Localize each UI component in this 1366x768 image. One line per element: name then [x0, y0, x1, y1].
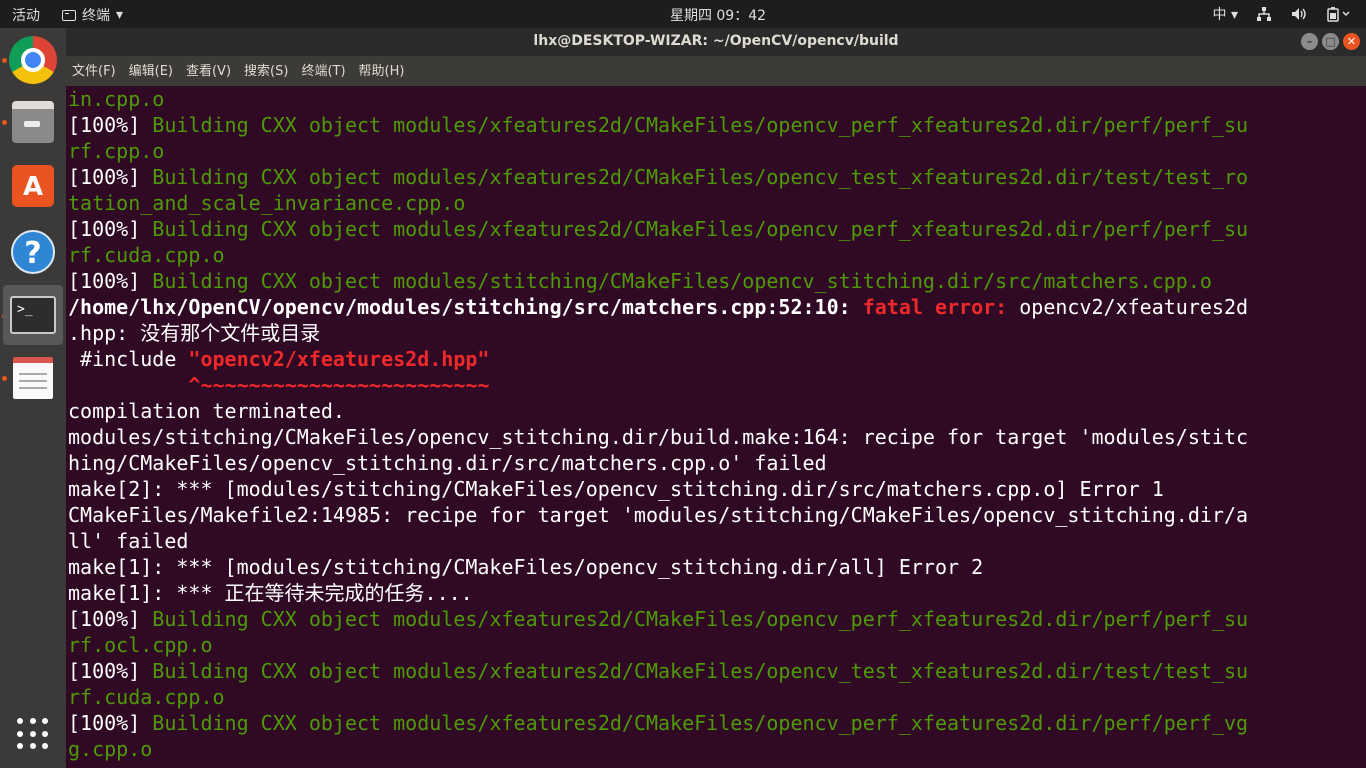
menu-edit[interactable]: 编辑(E): [129, 56, 173, 86]
terminal-line: rf.cpp.o: [68, 139, 165, 163]
maximize-button[interactable]: □: [1322, 33, 1339, 50]
terminal-line: rf.cuda.cpp.o: [68, 243, 225, 267]
input-method-indicator[interactable]: 中 ▾: [1213, 4, 1238, 24]
clock[interactable]: 星期四 09：42: [0, 5, 1366, 25]
window-title: lhx@DESKTOP-WIZAR: ~/OpenCV/opencv/build: [533, 33, 899, 49]
menu-terminal[interactable]: 终端(T): [301, 56, 345, 86]
terminal-line: hing/CMakeFiles/opencv_stitching.dir/src…: [68, 451, 827, 475]
terminal-line: [100%] Building CXX object modules/xfeat…: [68, 659, 1249, 683]
terminal-line: ll' failed: [68, 529, 189, 553]
terminal-line: [100%] Building CXX object modules/xfeat…: [68, 711, 1249, 735]
text-editor-icon: [13, 357, 53, 399]
terminal-icon: >_: [10, 296, 56, 334]
power-menu-icon[interactable]: [1326, 6, 1352, 22]
files-icon: [12, 101, 54, 143]
error-line: /home/lhx/OpenCV/opencv/modules/stitchin…: [68, 295, 1249, 319]
terminal-line: make[1]: *** [modules/stitching/CMakeFil…: [68, 555, 984, 579]
show-applications-button[interactable]: [3, 704, 63, 764]
chrome-icon: [9, 36, 57, 84]
menu-search[interactable]: 搜索(S): [244, 56, 288, 86]
terminal-line: [100%] Building CXX object modules/xfeat…: [68, 217, 1249, 241]
app-grid-icon: [17, 718, 49, 750]
dock-item-software[interactable]: A: [3, 156, 63, 216]
error-caret-line: ^~~~~~~~~~~~~~~~~~~~~~~~~: [68, 373, 490, 397]
terminal-line: make[2]: *** [modules/stitching/CMakeFil…: [68, 477, 1164, 501]
software-store-icon: A: [12, 165, 54, 207]
volume-icon[interactable]: [1290, 6, 1308, 22]
dock-item-help[interactable]: ?: [3, 222, 63, 282]
terminal-line: [100%] Building CXX object modules/xfeat…: [68, 113, 1249, 137]
terminal-line: g.cpp.o: [68, 737, 153, 761]
top-panel: 活动 终端 ▾ 星期四 09：42 中 ▾: [0, 0, 1366, 28]
dock-item-chrome[interactable]: [3, 30, 63, 90]
terminal-line: rf.ocl.cpp.o: [68, 633, 213, 657]
menu-file[interactable]: 文件(F): [72, 56, 116, 86]
menu-bar: 文件(F) 编辑(E) 查看(V) 搜索(S) 终端(T) 帮助(H): [66, 56, 1366, 86]
terminal-line: in.cpp.o: [68, 87, 165, 111]
network-icon[interactable]: [1256, 6, 1272, 22]
dock-item-text-editor[interactable]: [3, 348, 63, 408]
terminal-line: [100%] Building CXX object modules/xfeat…: [68, 607, 1249, 631]
terminal-line: [100%] Building CXX object modules/stitc…: [68, 269, 1212, 293]
minimize-button[interactable]: –: [1301, 33, 1318, 50]
window-titlebar[interactable]: lhx@DESKTOP-WIZAR: ~/OpenCV/opencv/build…: [66, 28, 1366, 56]
terminal-line: modules/stitching/CMakeFiles/opencv_stit…: [68, 425, 1249, 449]
terminal-line: CMakeFiles/Makefile2:14985: recipe for t…: [68, 503, 1249, 527]
close-button[interactable]: ✕: [1343, 33, 1360, 50]
system-tray[interactable]: 中 ▾: [1213, 3, 1352, 25]
help-icon: ?: [11, 230, 55, 274]
menu-view[interactable]: 查看(V): [186, 56, 231, 86]
terminal-line: [100%] Building CXX object modules/xfeat…: [68, 165, 1249, 189]
terminal-line: .hpp: 没有那个文件或目录: [68, 321, 321, 345]
terminal-line: tation_and_scale_invariance.cpp.o: [68, 191, 466, 215]
dock-item-files[interactable]: [3, 92, 63, 152]
terminal-line: make[1]: *** 正在等待未完成的任务....: [68, 581, 473, 605]
terminal-line: rf.cuda.cpp.o: [68, 685, 225, 709]
dock: A ? >_: [0, 28, 66, 768]
menu-help[interactable]: 帮助(H): [359, 56, 405, 86]
terminal-line: #include "opencv2/xfeatures2d.hpp": [68, 347, 490, 371]
terminal-line: compilation terminated.: [68, 399, 345, 423]
terminal-output[interactable]: in.cpp.o [100%] Building CXX object modu…: [66, 86, 1366, 768]
dock-item-terminal[interactable]: >_: [3, 285, 63, 345]
